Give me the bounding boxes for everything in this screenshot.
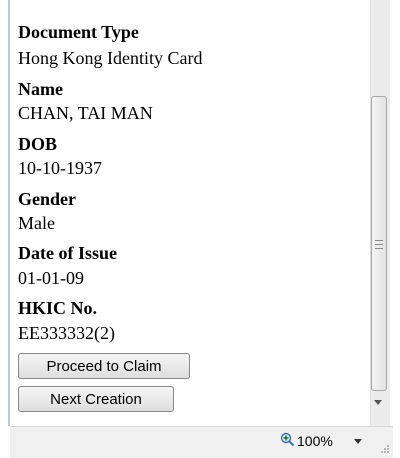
field-label-document-type: Document Type bbox=[18, 22, 139, 42]
scroll-down-arrow-icon[interactable] bbox=[374, 400, 382, 405]
field-value-name: CHAN, TAI MAN bbox=[18, 103, 153, 123]
status-bar bbox=[10, 426, 393, 458]
field-label-name: Name bbox=[18, 79, 63, 99]
field-value-hkic-no: EE333332(2) bbox=[18, 323, 115, 343]
field-label-dob: DOB bbox=[18, 134, 58, 154]
window-frame-left bbox=[8, 0, 10, 426]
window-frame-right bbox=[393, 0, 400, 458]
field-value-date-of-issue: 01-01-09 bbox=[18, 268, 84, 288]
zoom-in-icon[interactable] bbox=[280, 432, 295, 447]
field-value-dob: 10-10-1937 bbox=[18, 158, 102, 178]
field-label-date-of-issue: Date of Issue bbox=[18, 243, 117, 263]
field-value-document-type: Hong Kong Identity Card bbox=[18, 48, 203, 68]
resize-grip-icon[interactable] bbox=[380, 444, 390, 454]
zoom-level[interactable]: 100% bbox=[297, 433, 333, 449]
proceed-to-claim-button[interactable]: Proceed to Claim bbox=[18, 353, 190, 379]
page-content: Document Type Hong Kong Identity Card Na… bbox=[18, 0, 368, 426]
next-creation-button[interactable]: Next Creation bbox=[18, 386, 174, 412]
field-value-gender: Male bbox=[18, 213, 55, 233]
field-label-hkic-no: HKIC No. bbox=[18, 298, 98, 318]
field-label-gender: Gender bbox=[18, 189, 76, 209]
scrollbar-grip bbox=[375, 240, 383, 249]
chevron-down-icon[interactable] bbox=[354, 439, 362, 444]
